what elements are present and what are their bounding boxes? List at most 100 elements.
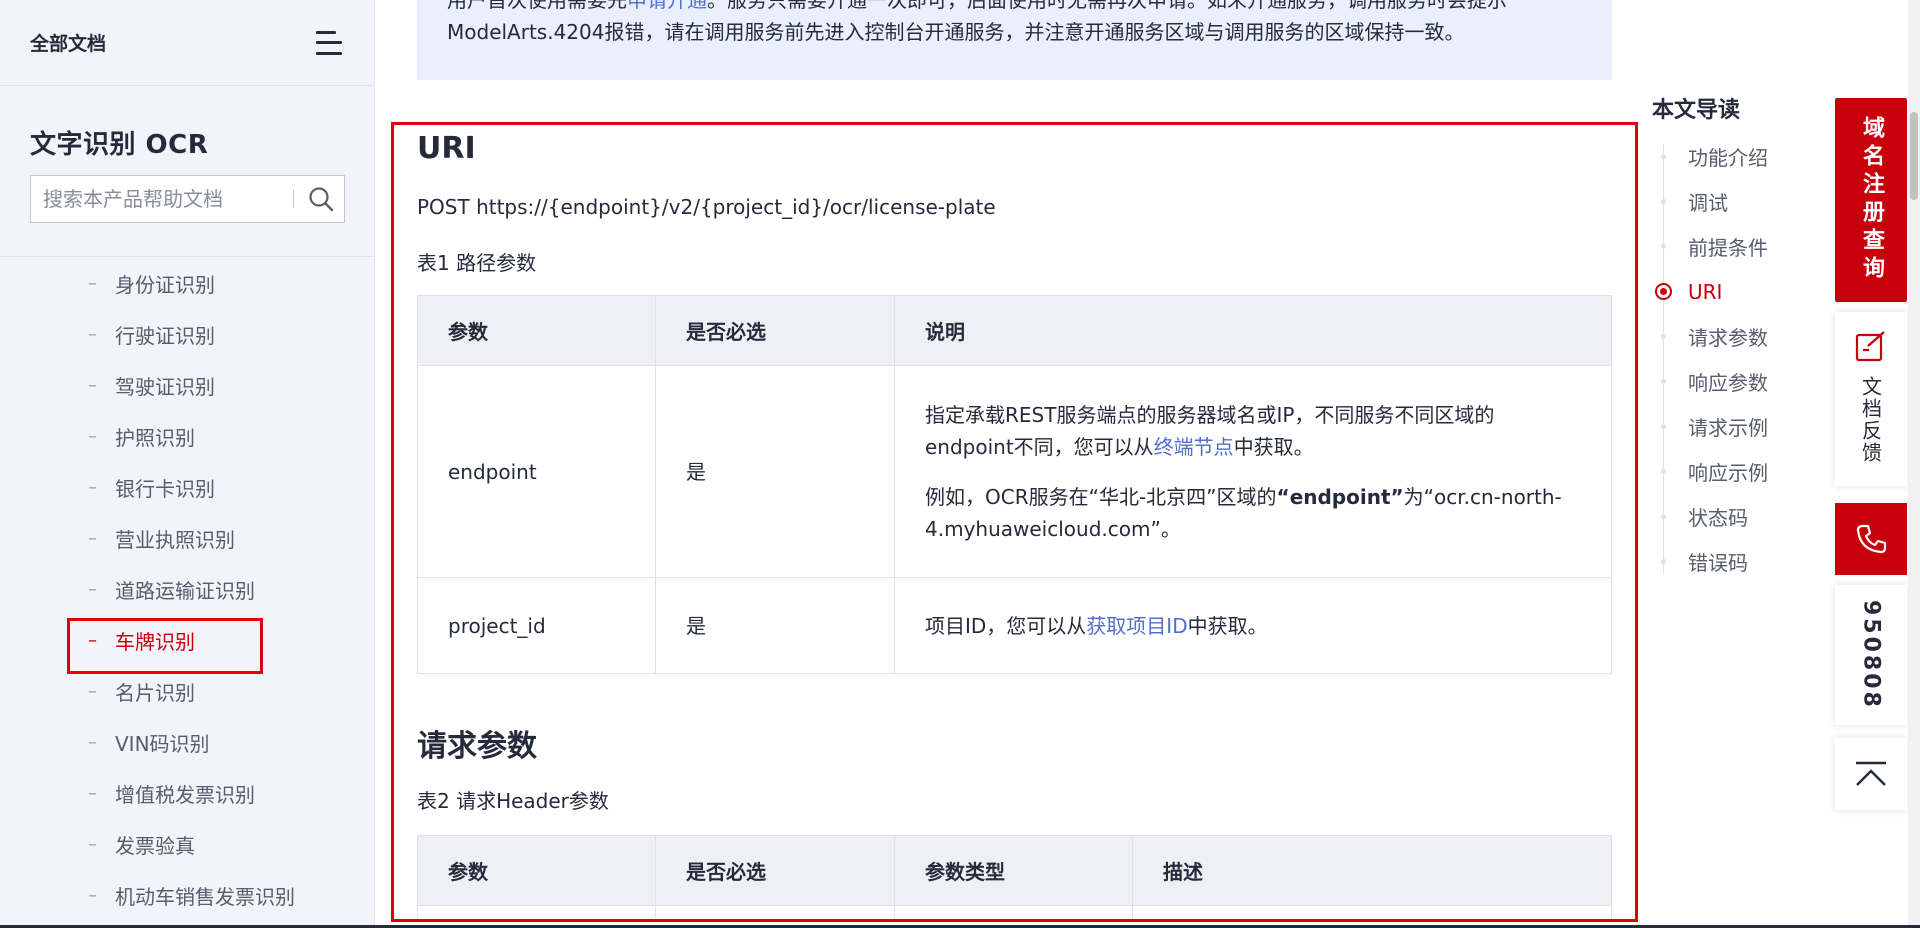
all-docs-link[interactable]: 全部文档 [30, 29, 106, 56]
param-required: 是 [655, 365, 895, 578]
nav-item-label: 机动车销售发票识别 [115, 885, 295, 909]
nav-item-label: 增值税发票识别 [115, 783, 255, 807]
nav-item-passport[interactable]: – 护照识别 [0, 411, 375, 462]
nav-item-vehicle-sales-invoice[interactable]: – 机动车销售发票识别 [0, 870, 375, 921]
toc-dot-icon [1661, 424, 1666, 429]
menu-icon[interactable] [316, 30, 344, 55]
nav-item-label: 车牌识别 [115, 630, 195, 654]
toc-list: 功能介绍 调试 前提条件 URI 请求参数 响应参数 请求示例 响应示例 状态码… [1652, 134, 1822, 584]
nav-item-vin[interactable]: – VIN码识别 [0, 717, 375, 768]
toc-item-response-example[interactable]: 响应示例 [1652, 449, 1822, 494]
toc-dot-icon [1661, 334, 1666, 339]
search-box [30, 175, 345, 223]
col-header: 描述 [1132, 835, 1612, 906]
domain-query-button[interactable]: 域名注册查询 [1835, 98, 1907, 302]
search-divider [293, 190, 294, 208]
scrollbar-thumb[interactable] [1910, 112, 1918, 200]
doc-nav-list: – 身份证识别 – 行驶证识别 – 驾驶证识别 – 护照识别 – 银行卡识别 – 营业执照识… [0, 258, 375, 921]
toc-dot-icon [1661, 199, 1666, 204]
search-icon[interactable] [308, 186, 334, 212]
toc-item-response-params[interactable]: 响应参数 [1652, 359, 1822, 404]
page-toc: 本文导读 功能介绍 调试 前提条件 URI 请求参数 响应参数 请求示例 响应示… [1652, 92, 1822, 584]
toc-title: 本文导读 [1652, 98, 1741, 123]
request-header-table: 参数 是否必选 参数类型 描述 [417, 835, 1612, 919]
path-params-table: 参数 是否必选 说明 endpoint 是 指定承载REST服务端点的服务器域名… [417, 295, 1612, 674]
nav-item-business-card[interactable]: – 名片识别 [0, 666, 375, 717]
nav-item-id-card[interactable]: – 身份证识别 [0, 258, 375, 309]
apply-link[interactable]: 申请开通 [627, 0, 707, 12]
search-input[interactable] [43, 187, 293, 211]
table-header-row: 参数 是否必选 说明 [417, 295, 1612, 366]
toc-dot-icon [1661, 469, 1666, 474]
highlight-box-content: URI POST https://{endpoint}/v2/{project_… [391, 122, 1638, 922]
nav-item-label: 护照识别 [115, 426, 195, 450]
toc-item-debug[interactable]: 调试 [1652, 179, 1822, 224]
toc-item-uri[interactable]: URI [1652, 269, 1822, 314]
param-desc: 指定承载REST服务端点的服务器域名或IP，不同服务不同区域的endpoint不… [894, 365, 1612, 578]
param-name: project_id [417, 577, 656, 674]
nav-item-label: 发票验真 [115, 834, 195, 858]
back-to-top-icon [1856, 761, 1886, 786]
edit-icon [1855, 331, 1885, 362]
hotline-number-text: 950808 [1858, 600, 1884, 710]
nav-item-transport-license[interactable]: – 道路运输证识别 [0, 564, 375, 615]
table-row [417, 905, 1612, 919]
uri-heading: URI [417, 131, 476, 166]
nav-item-label: 名片识别 [115, 681, 195, 705]
param-required: 是 [655, 577, 895, 674]
notice-box: 用户首次使用需要先申请开通。服务只需要开通一次即可，后面使用时无需再次申请。如未… [417, 0, 1612, 80]
back-to-top-button[interactable] [1835, 738, 1907, 810]
toc-item-intro[interactable]: 功能介绍 [1652, 134, 1822, 179]
col-header: 是否必选 [655, 295, 895, 366]
col-header: 说明 [894, 295, 1612, 366]
domain-query-label: 域名注册查询 [1859, 116, 1884, 284]
toc-item-request-example[interactable]: 请求示例 [1652, 404, 1822, 449]
toc-dot-icon [1661, 559, 1666, 564]
col-header: 参数类型 [894, 835, 1133, 906]
toc-item-prereq[interactable]: 前提条件 [1652, 224, 1822, 269]
nav-item-label: 营业执照识别 [115, 528, 235, 552]
toc-dot-icon [1661, 154, 1666, 159]
notice-text: 用户首次使用需要先申请开通。服务只需要开通一次即可，后面使用时无需再次申请。如未… [447, 0, 1582, 48]
toc-item-error-code[interactable]: 错误码 [1652, 539, 1822, 584]
sidebar-separator [0, 256, 375, 257]
phone-button[interactable] [1835, 503, 1907, 575]
nav-item-label: 道路运输证识别 [115, 579, 255, 603]
nav-item-label: 驾驶证识别 [115, 375, 215, 399]
sidebar-header: 全部文档 [0, 0, 374, 86]
nav-item-invoice-verify[interactable]: – 发票验真 [0, 819, 375, 870]
toc-dot-icon [1661, 514, 1666, 519]
endpoint-link[interactable]: 终端节点 [1154, 435, 1234, 459]
col-header: 参数 [417, 835, 656, 906]
toc-dot-icon [1661, 244, 1666, 249]
nav-item-vat-invoice[interactable]: – 增值税发票识别 [0, 768, 375, 819]
nav-item-vehicle-license[interactable]: – 行驶证识别 [0, 309, 375, 360]
nav-item-label: 银行卡识别 [115, 477, 215, 501]
table2-caption: 表2 请求Header参数 [417, 789, 609, 813]
toc-item-status-code[interactable]: 状态码 [1652, 494, 1822, 539]
get-project-id-link[interactable]: 获取项目ID [1086, 614, 1187, 638]
nav-item-label: 行驶证识别 [115, 324, 215, 348]
table-row: project_id 是 项目ID，您可以从获取项目ID中获取。 [417, 577, 1612, 674]
col-header: 参数 [417, 295, 656, 366]
phone-icon [1856, 524, 1887, 554]
uri-endpoint: POST https://{endpoint}/v2/{project_id}/… [417, 195, 996, 219]
toc-item-request-params[interactable]: 请求参数 [1652, 314, 1822, 359]
col-header: 是否必选 [655, 835, 895, 906]
sidebar: 全部文档 文字识别 OCR –身份证识别 –行驶证识别 –驾驶证识别 –护照识别… [0, 0, 375, 928]
nav-item-license-plate[interactable]: – 车牌识别 [0, 615, 375, 666]
nav-item-bankcard[interactable]: – 银行卡识别 [0, 462, 375, 513]
nav-item-label: VIN码识别 [115, 732, 210, 756]
table-row: endpoint 是 指定承载REST服务端点的服务器域名或IP，不同服务不同区… [417, 365, 1612, 578]
nav-item-driver-license[interactable]: – 驾驶证识别 [0, 360, 375, 411]
nav-item-business-license[interactable]: – 营业执照识别 [0, 513, 375, 564]
param-desc: 项目ID，您可以从获取项目ID中获取。 [894, 577, 1612, 674]
param-name: endpoint [417, 365, 656, 578]
feedback-label: 文档反馈 [1858, 376, 1883, 464]
table1-caption: 表1 路径参数 [417, 251, 537, 275]
doc-feedback-button[interactable]: 文档反馈 [1835, 312, 1907, 486]
toc-active-dot-icon [1655, 283, 1672, 300]
product-title: 文字识别 OCR [30, 130, 209, 160]
table-header-row: 参数 是否必选 参数类型 描述 [417, 835, 1612, 906]
hotline-number: 950808 [1835, 585, 1907, 725]
